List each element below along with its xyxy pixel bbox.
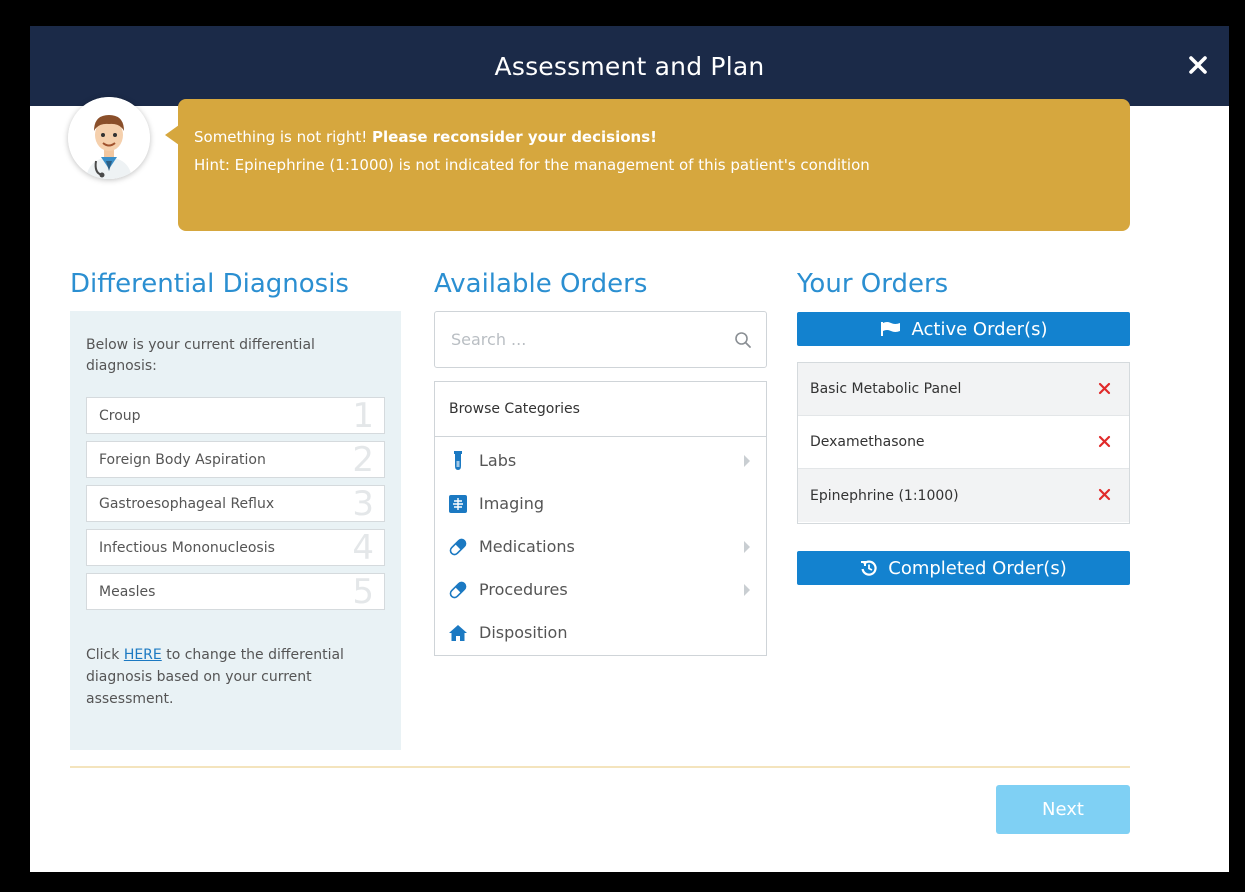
home-icon <box>447 622 469 644</box>
doctor-avatar <box>68 97 150 179</box>
available-orders-title: Available Orders <box>434 269 648 299</box>
hint-line-1: Something is not right! Please reconside… <box>194 123 1114 151</box>
order-label: Basic Metabolic Panel <box>810 381 962 397</box>
differential-item-label: Croup <box>99 407 141 424</box>
chevron-right-icon <box>744 455 750 467</box>
order-row: Epinephrine (1:1000) <box>798 469 1129 522</box>
active-orders-label: Active Order(s) <box>911 318 1048 340</box>
differential-title: Differential Diagnosis <box>70 269 349 299</box>
differential-item[interactable]: Measles 5 <box>86 573 385 610</box>
differential-rank: 2 <box>352 441 374 478</box>
differential-item-label: Gastroesophageal Reflux <box>99 495 275 512</box>
close-icon <box>1189 56 1207 74</box>
search-icon[interactable] <box>734 331 752 349</box>
differential-item-label: Measles <box>99 583 156 600</box>
differential-item[interactable]: Foreign Body Aspiration 2 <box>86 441 385 478</box>
next-button[interactable]: Next <box>996 785 1130 834</box>
order-label: Dexamethasone <box>810 434 925 450</box>
differential-panel: Below is your current differential diagn… <box>70 311 401 750</box>
differential-intro: Below is your current differential diagn… <box>86 337 315 374</box>
category-imaging[interactable]: Imaging <box>435 482 766 525</box>
differential-rank: 1 <box>352 397 374 434</box>
active-orders-list: Basic Metabolic Panel Dexamethasone Epin… <box>797 362 1130 524</box>
differential-item-label: Infectious Mononucleosis <box>99 539 275 556</box>
order-search <box>434 311 767 368</box>
remove-icon[interactable] <box>1098 382 1111 395</box>
hint-text: Something is not right! <box>194 128 373 146</box>
browse-header: Browse Categories <box>435 382 766 437</box>
differential-item[interactable]: Croup 1 <box>86 397 385 434</box>
xray-icon <box>447 493 469 515</box>
your-orders-title: Your Orders <box>797 269 949 299</box>
category-procedures[interactable]: Procedures <box>435 568 766 611</box>
differential-item[interactable]: Gastroesophageal Reflux 3 <box>86 485 385 522</box>
differential-list: Croup 1 Foreign Body Aspiration 2 Gastro… <box>86 397 385 610</box>
differential-rank: 3 <box>352 485 374 522</box>
remove-icon[interactable] <box>1098 435 1111 448</box>
modal-title: Assessment and Plan <box>494 51 765 81</box>
remove-icon[interactable] <box>1098 488 1111 501</box>
pill-icon <box>447 579 469 601</box>
category-disposition[interactable]: Disposition <box>435 611 766 654</box>
category-label: Procedures <box>479 580 568 599</box>
category-label: Labs <box>479 451 517 470</box>
change-differential-link[interactable]: HERE <box>124 647 162 663</box>
history-icon <box>860 559 878 577</box>
active-orders-button[interactable]: Active Order(s) <box>797 312 1130 346</box>
differential-footer: Click HERE to change the differential di… <box>86 644 376 710</box>
differential-item-label: Foreign Body Aspiration <box>99 451 266 468</box>
category-label: Imaging <box>479 494 545 513</box>
category-label: Medications <box>479 537 575 556</box>
hint-emphasis: Please reconsider your decisions! <box>372 128 657 146</box>
modal-header: Assessment and Plan <box>30 26 1229 106</box>
footer-divider <box>70 766 1130 768</box>
hint-line-2: Hint: Epinephrine (1:1000) is not indica… <box>194 156 870 174</box>
close-button[interactable] <box>1185 52 1211 78</box>
order-label: Epinephrine (1:1000) <box>810 487 959 504</box>
browse-categories-panel: Browse Categories Labs Imaging Medicatio… <box>434 381 767 656</box>
differential-rank: 5 <box>352 573 374 610</box>
chevron-right-icon <box>744 584 750 596</box>
category-labs[interactable]: Labs <box>435 439 766 482</box>
flag-icon <box>880 321 902 337</box>
completed-orders-button[interactable]: Completed Order(s) <box>797 551 1130 585</box>
completed-orders-label: Completed Order(s) <box>888 557 1067 579</box>
differential-item[interactable]: Infectious Mononucleosis 4 <box>86 529 385 566</box>
order-row: Dexamethasone <box>798 416 1129 469</box>
category-medications[interactable]: Medications <box>435 525 766 568</box>
test-tube-icon <box>447 450 469 472</box>
differential-rank: 4 <box>352 529 374 566</box>
category-label: Disposition <box>479 623 568 642</box>
search-input[interactable] <box>451 330 711 349</box>
chevron-right-icon <box>744 541 750 553</box>
order-row: Basic Metabolic Panel <box>798 363 1129 416</box>
pill-icon <box>447 536 469 558</box>
doctor-icon <box>68 97 150 179</box>
footer-text-pre: Click <box>86 647 124 663</box>
hint-callout: Something is not right! Please reconside… <box>165 99 1130 231</box>
